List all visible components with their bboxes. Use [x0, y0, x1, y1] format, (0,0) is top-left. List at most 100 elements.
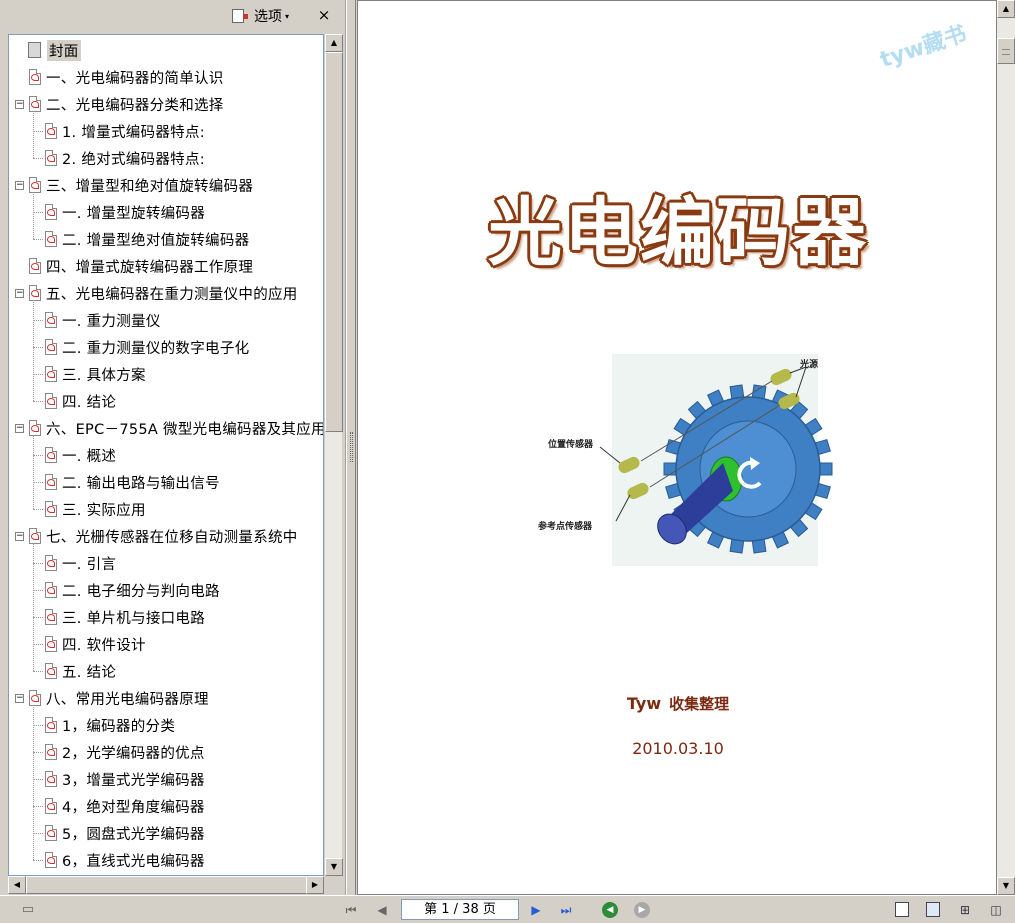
scroll-up-arrow-icon[interactable]: ▲: [997, 0, 1015, 18]
bookmark-item[interactable]: 5，圆盘式光学编码器: [43, 820, 205, 847]
bookmark-item[interactable]: 五. 结论: [43, 658, 116, 685]
author-name: Tyw: [626, 694, 662, 713]
go-forward-icon[interactable]: ▶: [634, 902, 650, 918]
bookmark-item[interactable]: 四、增量式旋转编码器工作原理: [27, 253, 253, 280]
bookmark-label: 四. 软件设计: [62, 638, 146, 654]
bookmark-item[interactable]: 四. 软件设计: [43, 631, 146, 658]
document-vertical-scrollbar[interactable]: ▲ ▼: [997, 0, 1015, 895]
bookmark-item[interactable]: 三. 具体方案: [43, 361, 146, 388]
splitter-grip[interactable]: [350, 432, 353, 462]
pdf-bookmark-icon: [43, 609, 58, 626]
bookmark-label: 5，圆盘式光学编码器: [62, 827, 205, 843]
collapse-toggle-icon[interactable]: −: [15, 424, 24, 433]
bookmark-label: 一. 引言: [62, 557, 117, 573]
pdf-bookmark-icon: [43, 339, 58, 356]
first-page-icon[interactable]: ⏮: [343, 902, 359, 918]
page-number-field[interactable]: 第 1 / 38 页: [401, 899, 519, 920]
bookmark-item[interactable]: 4，绝对型角度编码器: [43, 793, 205, 820]
continuous-facing-view-icon[interactable]: ⊞: [957, 902, 973, 918]
pdf-bookmark-icon: [43, 717, 58, 734]
page-size-icon[interactable]: ▭: [20, 902, 36, 918]
pdf-bookmark-icon: [43, 447, 58, 464]
collapse-toggle-icon[interactable]: −: [15, 532, 24, 541]
bookmark-item[interactable]: 1. 增量式编码器特点:: [43, 118, 205, 145]
bookmark-item[interactable]: 一. 增量型旋转编码器: [43, 199, 205, 226]
tree-connector: [33, 509, 43, 510]
pdf-bookmark-icon: [27, 69, 42, 86]
pdf-bookmark-icon: [43, 582, 58, 599]
pdf-bookmark-icon: [43, 204, 58, 221]
panel-splitter[interactable]: [346, 0, 356, 895]
bookmark-item[interactable]: 二. 重力测量仪的数字电子化: [43, 334, 249, 361]
bookmark-label: 一. 概述: [62, 449, 117, 465]
bookmark-item[interactable]: 6，直线式光电编码器: [43, 847, 205, 874]
facing-view-icon[interactable]: ◫: [988, 902, 1004, 918]
scroll-up-arrow-icon[interactable]: ▲: [325, 34, 343, 52]
tree-connector: [33, 590, 43, 591]
bookmark-item[interactable]: 四. 结论: [43, 388, 116, 415]
tree-connector: [33, 401, 43, 402]
bookmark-item[interactable]: 3，增量式光学编码器: [43, 766, 205, 793]
bookmark-label: 五、光电编码器在重力测量仪中的应用: [46, 287, 298, 303]
bookmark-tree: 封面 一、光电编码器的简单认识 二、光电编码器分类和选择 − 1. 增量式编码器特点: 2…: [8, 34, 324, 876]
bookmark-item[interactable]: 七、光栅传感器在位移自动测量系统中: [27, 523, 298, 550]
scroll-down-arrow-icon[interactable]: ▼: [325, 858, 343, 876]
bookmark-item[interactable]: 二. 电子细分与判向电路: [43, 577, 220, 604]
bookmark-label: 封面: [47, 40, 81, 61]
bookmark-item[interactable]: 一. 引言: [43, 550, 116, 577]
options-label: 选项: [254, 9, 282, 25]
tree-connector: [33, 752, 43, 753]
tree-connector: [33, 806, 43, 807]
bookmark-item[interactable]: 2. 绝对式编码器特点:: [43, 145, 205, 172]
bookmark-item[interactable]: 封面: [27, 37, 81, 64]
bookmark-item[interactable]: 一. 重力测量仪: [43, 307, 161, 334]
bookmark-item[interactable]: 六、EPC－755A 微型光电编码器及其应用: [27, 415, 323, 442]
tree-connector: [33, 779, 43, 780]
pdf-bookmark-icon: [43, 501, 58, 518]
pdf-bookmark-icon: [43, 555, 58, 572]
bookmark-item[interactable]: 一、光电编码器的简单认识: [27, 64, 224, 91]
collapse-toggle-icon[interactable]: −: [15, 181, 24, 190]
bookmark-item[interactable]: 1，编码器的分类: [43, 712, 175, 739]
collapse-toggle-icon[interactable]: −: [15, 694, 24, 703]
bookmark-vertical-scrollbar[interactable]: ▲ ▼: [324, 34, 343, 876]
bookmark-horizontal-scrollbar[interactable]: ◀ ▶: [8, 876, 324, 894]
bookmark-horizontal-scroll-thumb[interactable]: [26, 876, 310, 894]
bookmark-label: 八、常用光电编码器原理: [46, 692, 209, 708]
bookmark-item[interactable]: 三. 实际应用: [43, 496, 146, 523]
tree-connector: [33, 617, 43, 618]
bookmark-item[interactable]: 二. 输出电路与输出信号: [43, 469, 220, 496]
scroll-left-arrow-icon[interactable]: ◀: [8, 876, 26, 894]
bookmark-item[interactable]: 二. 增量型绝对值旋转编码器: [43, 226, 249, 253]
close-panel-button[interactable]: ×: [317, 6, 331, 24]
document-scroll-thumb[interactable]: [997, 38, 1015, 64]
continuous-view-icon[interactable]: [926, 902, 940, 917]
previous-page-icon[interactable]: ◀: [374, 902, 390, 918]
position-sensor-label: 位置传感器: [548, 440, 594, 450]
bookmark-item[interactable]: 五、光电编码器在重力测量仪中的应用: [27, 280, 298, 307]
bookmark-label: 三. 单片机与接口电路: [62, 611, 206, 627]
bookmark-label: 4，绝对型角度编码器: [62, 800, 205, 816]
bookmark-item[interactable]: 一. 概述: [43, 442, 116, 469]
collapse-toggle-icon[interactable]: −: [15, 289, 24, 298]
bookmark-label: 二、光电编码器分类和选择: [46, 98, 224, 114]
last-page-icon[interactable]: ⏭: [558, 902, 574, 918]
bookmark-item[interactable]: 二、光电编码器分类和选择: [27, 91, 224, 118]
tree-connector: [33, 725, 43, 726]
bookmark-item[interactable]: 八、常用光电编码器原理: [27, 685, 209, 712]
collapse-toggle-icon[interactable]: −: [15, 100, 24, 109]
bookmark-item[interactable]: 三、增量型和绝对值旋转编码器: [27, 172, 253, 199]
scroll-right-arrow-icon[interactable]: ▶: [306, 876, 324, 894]
tree-connector: [33, 374, 43, 375]
options-button[interactable]: 选项 ▾: [232, 6, 289, 26]
bookmark-item[interactable]: 三. 单片机与接口电路: [43, 604, 205, 631]
light-source-label: 光源: [800, 360, 819, 370]
go-back-icon[interactable]: ◀: [602, 902, 618, 918]
single-page-view-icon[interactable]: [895, 902, 909, 917]
bookmark-item[interactable]: 2，光学编码器的优点: [43, 739, 205, 766]
bookmark-vertical-scroll-thumb[interactable]: [325, 52, 343, 432]
next-page-icon[interactable]: ▶: [528, 902, 544, 918]
tree-connector: [33, 300, 34, 401]
pdf-bookmark-icon: [27, 177, 42, 194]
scroll-down-arrow-icon[interactable]: ▼: [997, 877, 1015, 895]
